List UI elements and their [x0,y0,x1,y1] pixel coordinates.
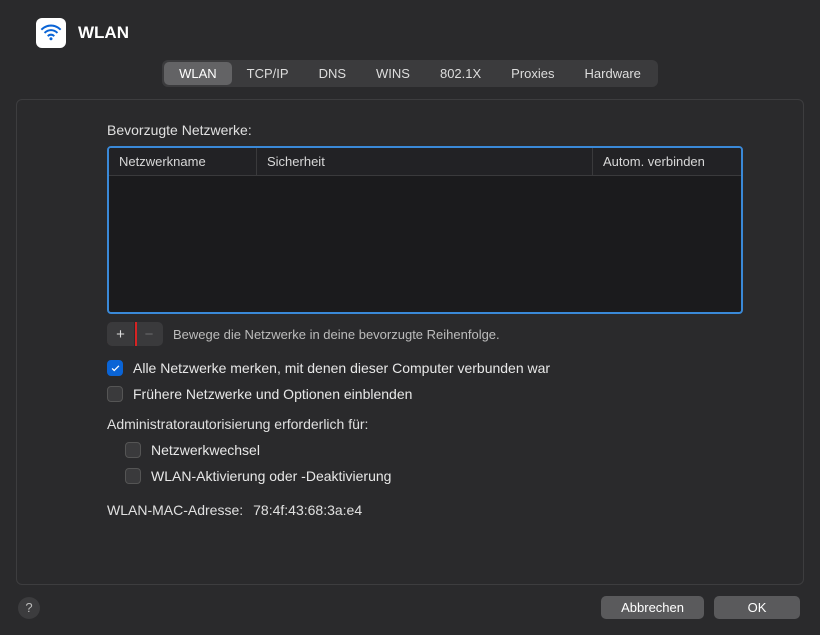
tab-dns[interactable]: DNS [304,62,361,85]
tab-8021x[interactable]: 802.1X [425,62,496,85]
admin-required-label: Administratorautorisierung erforderlich … [107,416,743,432]
tab-wins[interactable]: WINS [361,62,425,85]
tab-wlan[interactable]: WLAN [164,62,232,85]
network-settings-window: WLAN WLAN TCP/IP DNS WINS 802.1X Proxies… [0,0,820,635]
column-security[interactable]: Sicherheit [257,148,593,175]
remember-all-checkbox[interactable] [107,360,123,376]
plus-icon: + [116,326,125,343]
show-previous-row: Frühere Netzwerke und Optionen einblende… [107,386,743,402]
remember-all-label: Alle Netzwerke merken, mit denen dieser … [133,360,550,376]
show-previous-label: Frühere Netzwerke und Optionen einblende… [133,386,412,402]
tab-bar: WLAN TCP/IP DNS WINS 802.1X Proxies Hard… [162,60,658,87]
column-auto[interactable]: Autom. verbinden [593,148,741,175]
table-header: Netzwerkname Sicherheit Autom. verbinden [109,148,741,176]
admin-wlan-toggle-row: WLAN-Aktivierung oder -Deaktivierung [125,468,743,484]
table-body[interactable] [109,176,741,308]
admin-wlan-toggle-checkbox[interactable] [125,468,141,484]
window-title: WLAN [78,23,129,43]
tab-proxies[interactable]: Proxies [496,62,569,85]
add-remove-group: + − [107,322,163,346]
content-panel: Bevorzugte Netzwerke: Netzwerkname Siche… [16,99,804,585]
admin-change-networks-checkbox[interactable] [125,442,141,458]
reorder-hint: Bewege die Netzwerke in deine bevorzugte… [173,327,500,342]
add-network-button[interactable]: + [107,322,135,346]
help-icon: ? [25,600,32,615]
admin-change-networks-row: Netzwerkwechsel [125,442,743,458]
help-button[interactable]: ? [18,597,40,619]
remember-all-row: Alle Netzwerke merken, mit denen dieser … [107,360,743,376]
preferred-networks-table[interactable]: Netzwerkname Sicherheit Autom. verbinden [107,146,743,314]
mac-address-label: WLAN-MAC-Adresse: [107,502,243,518]
admin-change-networks-label: Netzwerkwechsel [151,442,260,458]
preferred-networks-label: Bevorzugte Netzwerke: [107,122,743,138]
admin-wlan-toggle-label: WLAN-Aktivierung oder -Deaktivierung [151,468,391,484]
ok-button[interactable]: OK [714,596,800,619]
wifi-icon [36,18,66,48]
remove-network-button[interactable]: − [135,322,163,346]
show-previous-checkbox[interactable] [107,386,123,402]
mac-address-row: WLAN-MAC-Adresse: 78:4f:43:68:3a:e4 [107,502,743,518]
column-name[interactable]: Netzwerkname [109,148,257,175]
footer: ? Abbrechen OK [18,596,800,619]
titlebar: WLAN [0,0,820,54]
tab-tcpip[interactable]: TCP/IP [232,62,304,85]
mac-address-value: 78:4f:43:68:3a:e4 [253,502,362,518]
tab-hardware[interactable]: Hardware [570,62,656,85]
minus-icon: − [145,326,154,343]
cancel-button[interactable]: Abbrechen [601,596,704,619]
table-toolbar: + − Bewege die Netzwerke in deine bevorz… [107,322,743,346]
